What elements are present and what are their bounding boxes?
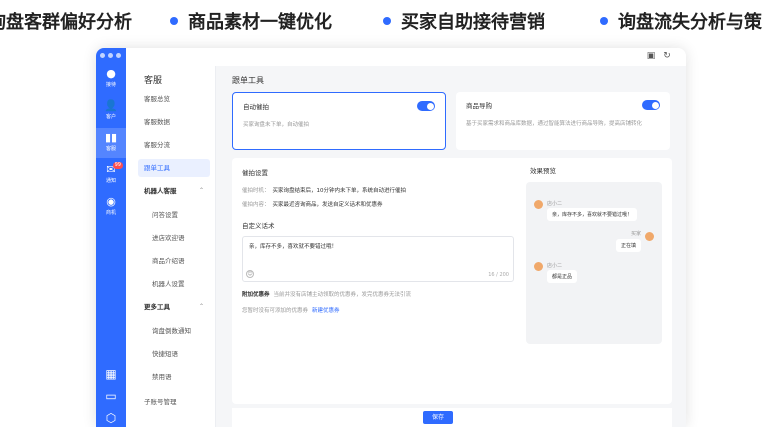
emoji-icon[interactable]: ☺: [246, 270, 254, 278]
secondary-nav: 客服 客服总览 客服数据 客服分流 跟单工具 机器人客服 ⌃ 问答设置 进店欢迎语…: [126, 66, 216, 427]
window-controls[interactable]: [100, 53, 121, 58]
bullet-icon: [383, 17, 391, 25]
refresh-icon[interactable]: ↻: [662, 51, 672, 61]
chat-bubble: 正在填: [615, 239, 641, 252]
nav-item-countdown[interactable]: 询盘倒数通知: [138, 322, 210, 340]
nav-item-banned-words[interactable]: 禁用语: [138, 368, 210, 386]
chat-icon: ●: [106, 67, 116, 80]
bullet-icon: [600, 17, 608, 25]
window-icon[interactable]: ▭: [96, 388, 126, 404]
shopping-guide-toggle[interactable]: [642, 100, 660, 110]
nav-item-overview[interactable]: 客服总览: [138, 90, 210, 108]
title-bar: ▣ ↻: [126, 48, 686, 66]
rail-item-opportunity[interactable]: ◉ 商机: [96, 192, 126, 222]
urge-timing: 催拍时机： 买家询盘结束后，10分钟内未下单，系统自动进行催拍: [242, 188, 407, 194]
settings-icon[interactable]: ⬡: [96, 410, 126, 426]
custom-script-input[interactable]: 亲，库存不多，喜欢就不要错过哦！ ☺ 16 / 200: [242, 236, 514, 282]
nav-item-welcome[interactable]: 进店欢迎语: [138, 229, 210, 247]
nav-item-robot-settings[interactable]: 机器人设置: [138, 275, 210, 293]
custom-script-title: 自定义话术: [242, 222, 275, 230]
feature-card-auto-urge[interactable]: 自动催拍 买家询盘未下单，自动催拍: [232, 92, 446, 150]
rail-item-notify[interactable]: ✉ 通知 99: [96, 160, 126, 190]
nav-item-subaccounts[interactable]: 子账号管理: [138, 393, 210, 411]
user-icon: 👤: [104, 99, 118, 112]
nav-item-routing[interactable]: 客服分流: [138, 136, 210, 154]
nav-item-quick-phrases[interactable]: 快捷短语: [138, 345, 210, 363]
feature-cards: 自动催拍 买家询盘未下单，自动催拍 商品导购 基于买家需求和商品库数据，通过智能…: [232, 92, 672, 152]
nav-group-robot[interactable]: 机器人客服 ⌃: [138, 182, 210, 200]
chevron-up-icon: ⌃: [198, 303, 204, 310]
primary-rail: ● 接待 👤 客户 ▮▮ 客服 ✉ 通知 99 ◉ 商机 ▦ ▭ ⬡: [96, 48, 126, 427]
banner-item: 询盘客群偏好分析: [0, 12, 132, 33]
nav-item-qa[interactable]: 问答设置: [138, 206, 210, 224]
auto-urge-toggle[interactable]: [417, 101, 435, 111]
nav-item-followup-tools[interactable]: 跟单工具: [138, 159, 210, 177]
coupon-tip: 您暂时没有可添加的优惠券 新建优惠券: [242, 308, 340, 314]
nav-item-data[interactable]: 客服数据: [138, 113, 210, 131]
rail-item-service[interactable]: ▮▮ 客服: [96, 128, 126, 158]
subnav-title: 客服: [144, 76, 163, 86]
urge-content: 催拍内容： 买家最近咨询商品，发送自定义话术和优惠券: [242, 202, 383, 208]
page-title: 跟单工具: [232, 76, 264, 85]
avatar: [645, 232, 654, 241]
create-coupon-link[interactable]: 新建优惠券: [312, 308, 340, 314]
apps-grid-icon[interactable]: ▦: [96, 366, 126, 382]
banner-item: 商品素材一键优化: [170, 8, 332, 34]
chat-bubble: 亲，库存不多，喜欢就不要错过哦！: [547, 208, 638, 221]
avatar: [534, 200, 543, 209]
bar-chart-icon: ▮▮: [104, 131, 118, 144]
chevron-up-icon: ⌃: [198, 187, 204, 194]
avatar: [534, 262, 543, 271]
char-counter: 16 / 200: [488, 272, 509, 278]
screenshot-icon[interactable]: ▣: [646, 51, 656, 61]
nav-item-product-intro[interactable]: 商品介绍语: [138, 252, 210, 270]
bullet-icon: [170, 17, 178, 25]
main-content: 跟单工具 自动催拍 买家询盘未下单，自动催拍 商品导购 基于买家需求和商品库数据…: [220, 66, 686, 427]
save-button[interactable]: 保存: [423, 411, 453, 424]
urge-settings-panel: 催拍设置 催拍时机： 买家询盘结束后，10分钟内未下单，系统自动进行催拍 催拍内容…: [232, 158, 672, 404]
app-window: ● 接待 👤 客户 ▮▮ 客服 ✉ 通知 99 ◉ 商机 ▦ ▭ ⬡ ▣ ↻ 客…: [96, 48, 686, 427]
chat-preview: 店小二 亲，库存不多，喜欢就不要错过哦！ 买家 正在填 店小二 都是正品: [526, 182, 662, 344]
rail-item-reception[interactable]: ● 接待: [96, 64, 126, 94]
save-bar: 保存: [232, 408, 672, 427]
preview-title: 效果预览: [530, 167, 556, 175]
marketing-banner: 询盘客群偏好分析 商品素材一键优化 买家自助接待营销 询盘流失分析与策: [0, 0, 781, 44]
banner-item: 买家自助接待营销: [383, 8, 545, 34]
settings-title: 催拍设置: [242, 169, 268, 177]
rail-item-customers[interactable]: 👤 客户: [96, 96, 126, 126]
feature-card-shopping-guide[interactable]: 商品导购 基于买家需求和商品库数据，通过智能算法进行商品导购，提高店铺转化: [456, 92, 670, 150]
notification-badge: 99: [112, 162, 123, 169]
coupon-row: 附加优惠券 当前并没有店铺主动领取的优惠券，发完优惠券无法引流: [242, 292, 412, 298]
chat-bubble: 都是正品: [547, 270, 578, 283]
opportunity-icon: ◉: [106, 195, 116, 208]
nav-group-more[interactable]: 更多工具 ⌃: [138, 298, 210, 316]
banner-item: 询盘流失分析与策: [600, 8, 762, 34]
